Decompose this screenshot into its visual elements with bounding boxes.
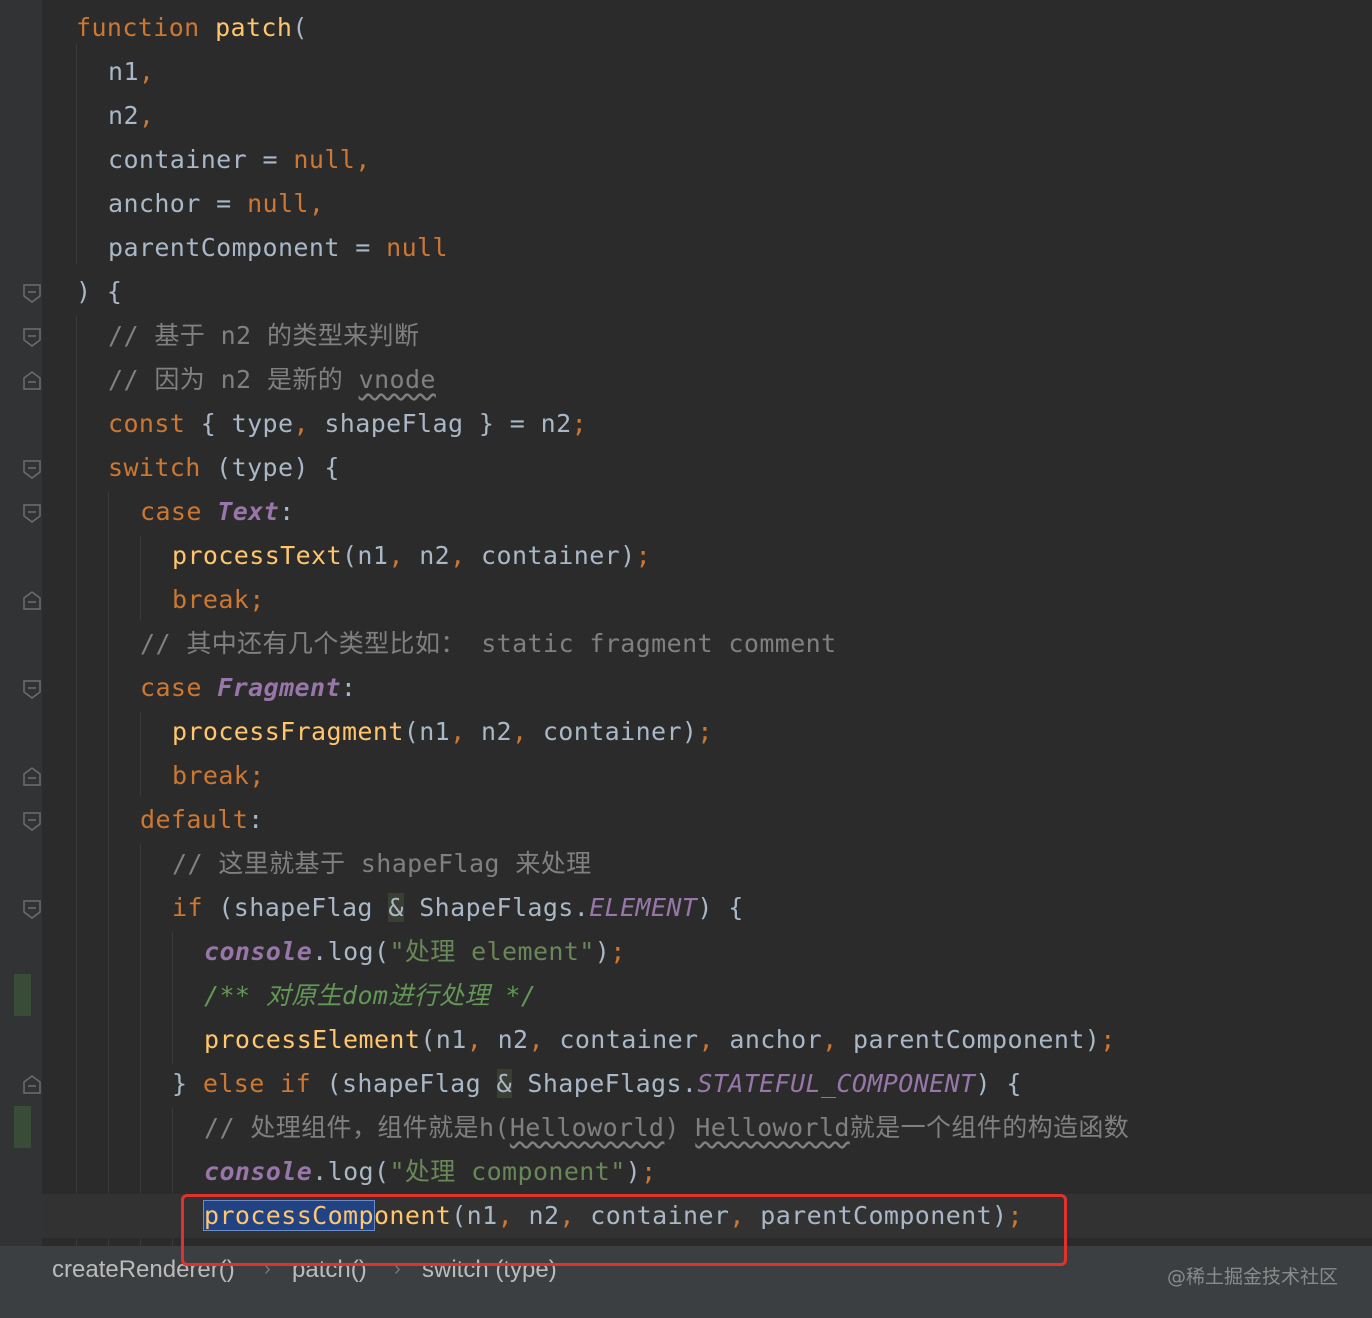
code-line[interactable]: const { type, shapeFlag } = n2; [108,402,587,446]
unfold-icon[interactable] [23,766,41,788]
comment: // 处理组件，组件就是h( [204,1113,510,1142]
fold-icon[interactable] [23,282,41,304]
comment: // 基于 n2 的类型来判断 [108,321,420,350]
typo-word: vnode [358,365,436,394]
change-marker[interactable] [14,974,31,1016]
code-line[interactable]: // 其中还有几个类型比如： static fragment comment [140,622,837,666]
code-line[interactable]: if (shapeFlag & ShapeFlags.ELEMENT) { [172,886,744,930]
code-line[interactable]: case Text: [140,490,295,534]
indent-guide [76,44,77,264]
editor-gutter [0,0,42,1246]
fold-icon[interactable] [23,678,41,700]
fold-icon[interactable] [23,326,41,348]
code-editor[interactable]: function patch( n1, n2, container = null… [0,0,1372,1246]
code-line[interactable]: processText(n1, n2, container); [172,534,651,578]
code-line[interactable]: // 处理组件，组件就是h(Helloworld) Helloworld就是一个… [204,1106,1129,1150]
string-literal: "处理 component" [389,1157,626,1186]
fold-icon[interactable] [23,898,41,920]
typo-word: Helloworld [695,1113,850,1142]
watermark: @稀土掘金技术社区 [1166,1266,1338,1288]
code-line[interactable]: function patch( [76,6,308,50]
code-line[interactable]: default: [140,798,264,842]
unfold-icon[interactable] [23,370,41,392]
code-line[interactable]: processElement(n1, n2, container, anchor… [204,1018,1116,1062]
code-line[interactable]: break; [172,578,265,622]
code-line[interactable]: container = null, [108,138,371,182]
code-line[interactable]: case Fragment: [140,666,356,710]
bottom-panel [0,1292,1372,1318]
comment: // 因为 n2 是新的 [108,365,359,394]
code-line[interactable]: console.log("处理 component"); [204,1150,657,1194]
fold-icon[interactable] [23,458,41,480]
code-line[interactable]: console.log("处理 element"); [204,930,626,974]
doc-comment: /** 对原生dom进行处理 */ [204,981,537,1010]
code-line[interactable]: switch (type) { [108,446,340,490]
code-line[interactable]: break; [172,754,265,798]
indent-guide [140,536,141,620]
unfold-icon[interactable] [23,590,41,612]
code-line[interactable]: // 因为 n2 是新的 vnode [108,358,436,402]
keyword: function [76,13,200,42]
code-line[interactable]: anchor = null, [108,182,324,226]
typo-word: Helloworld [509,1113,665,1142]
code-line[interactable]: /** 对原生dom进行处理 */ [204,974,536,1018]
unfold-icon[interactable] [23,1074,41,1096]
fold-icon[interactable] [23,502,41,524]
code-line[interactable]: n1, [108,50,154,94]
function-name: patch [215,13,293,42]
indent-guide [108,492,109,1246]
string-literal: "处理 element" [389,937,595,966]
code-line[interactable]: } else if (shapeFlag & ShapeFlags.STATEF… [172,1062,1022,1106]
indent-guide [140,844,141,1246]
indent-guide [140,712,141,796]
indent-guide [76,316,77,1246]
comment: // 这里就基于 shapeFlag 来处理 [172,849,592,878]
code-line[interactable]: n2, [108,94,154,138]
code-line[interactable]: // 这里就基于 shapeFlag 来处理 [172,842,592,886]
comment: // 其中还有几个类型比如： static fragment comment [140,629,837,658]
code-line[interactable]: processFragment(n1, n2, container); [172,710,713,754]
code-line[interactable]: ) { [76,270,122,314]
change-marker[interactable] [14,1106,31,1148]
indent-guide [172,932,173,1064]
fold-icon[interactable] [23,810,41,832]
code-line[interactable]: // 基于 n2 的类型来判断 [108,314,419,358]
code-line[interactable]: parentComponent = null [108,226,448,270]
annotation-highlight-box [181,1194,1067,1266]
